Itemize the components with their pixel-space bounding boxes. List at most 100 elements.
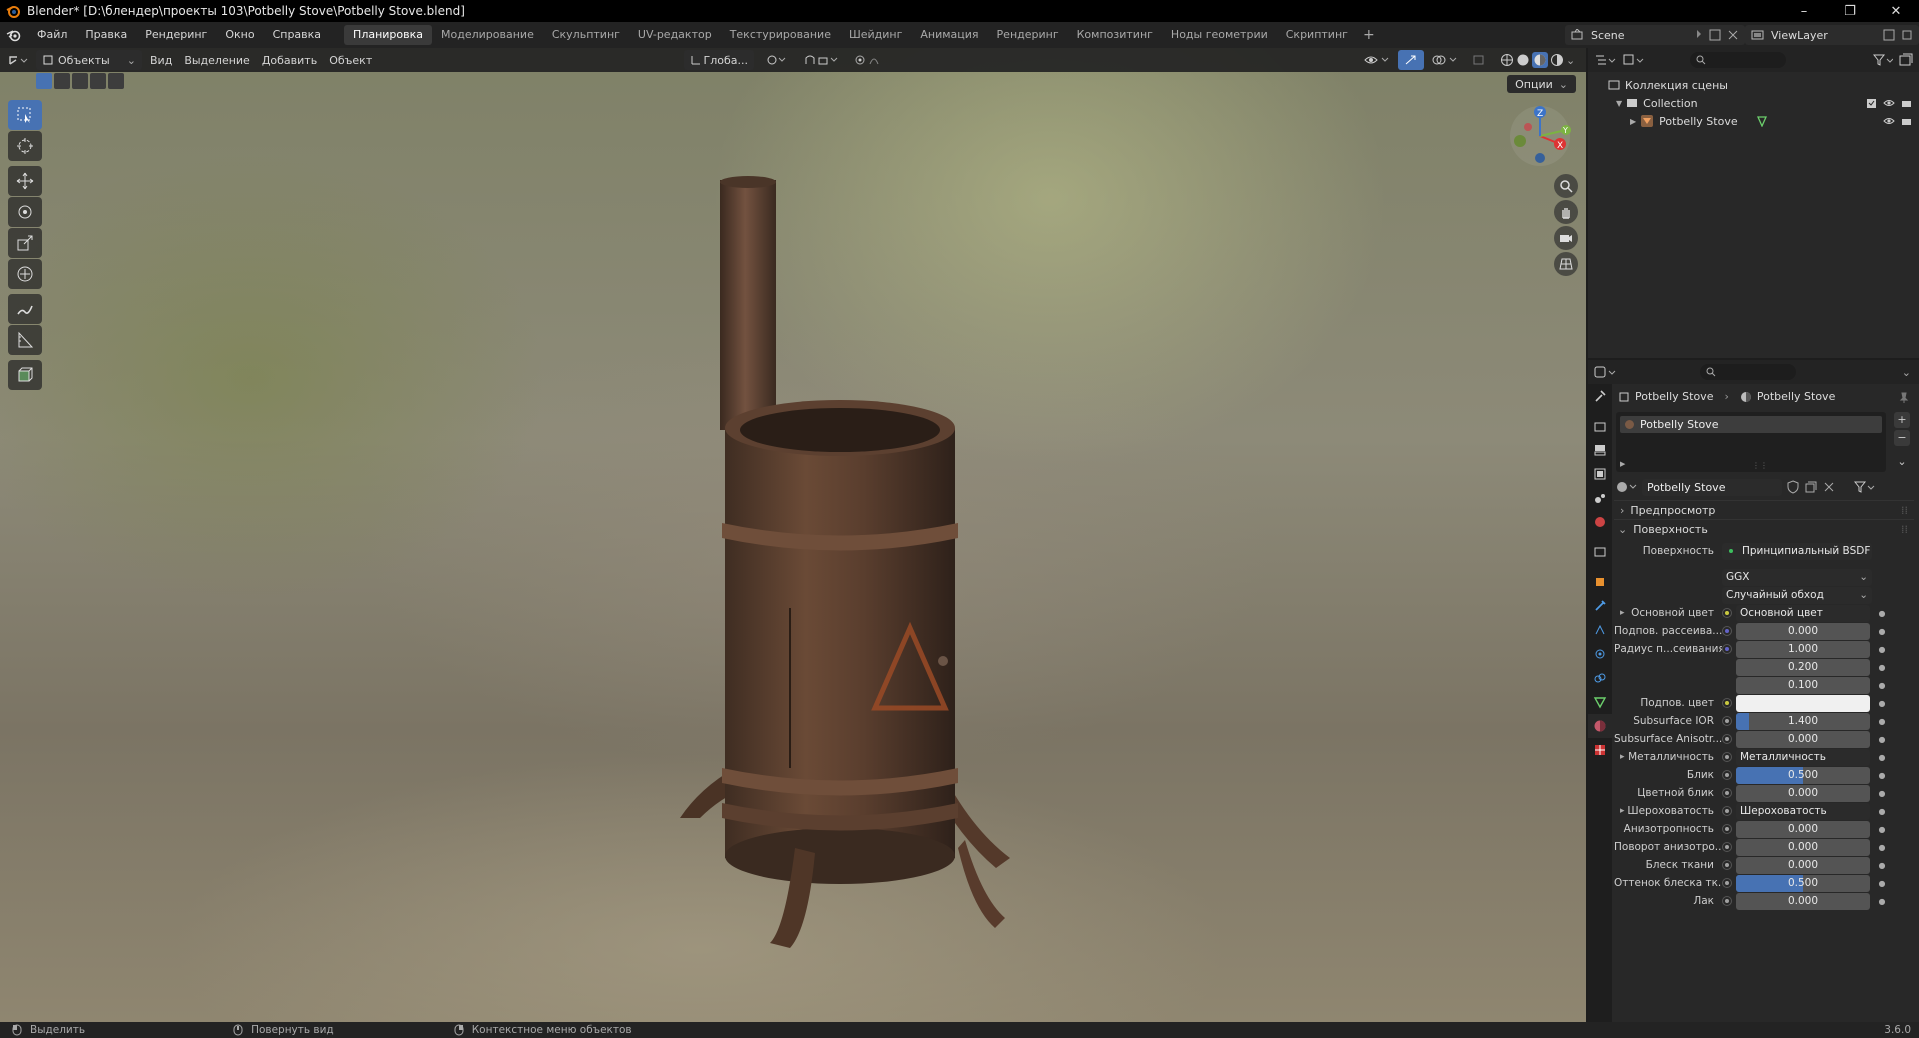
camera-view-icon[interactable] xyxy=(1554,226,1578,250)
pivot-point-button[interactable] xyxy=(760,50,794,70)
close-button[interactable]: ✕ xyxy=(1873,0,1919,22)
socket-icon[interactable] xyxy=(1722,824,1732,834)
menu-item-0[interactable]: Файл xyxy=(28,22,76,48)
socket-icon[interactable] xyxy=(1722,716,1732,726)
keyframe-dot-icon[interactable]: ● xyxy=(1876,879,1888,888)
panel-surface[interactable]: ⌄ Поверхность ⁞⁞ xyxy=(1614,519,1914,539)
viewport-menu-2[interactable]: Добавить xyxy=(256,50,323,70)
texture-tab-icon[interactable] xyxy=(1588,738,1612,762)
workspace-tab-10[interactable]: Скриптинг xyxy=(1277,25,1357,45)
keyframe-dot-icon[interactable]: ● xyxy=(1876,627,1888,636)
measure-tool[interactable] xyxy=(8,325,42,355)
bsdf-input-field[interactable]: 0.000 xyxy=(1736,730,1870,748)
keyframe-dot-icon[interactable]: ● xyxy=(1876,681,1888,690)
constraints-tab-icon[interactable] xyxy=(1588,666,1612,690)
socket-icon[interactable] xyxy=(1722,608,1732,618)
keyframe-dot-icon[interactable]: ● xyxy=(1876,789,1888,798)
expand-triangle-icon[interactable]: ▶ xyxy=(1620,460,1625,468)
perspective-grid-icon[interactable] xyxy=(1554,252,1578,276)
browse-material-icon[interactable] xyxy=(1616,480,1638,494)
delete-viewlayer-icon[interactable] xyxy=(1901,29,1913,41)
transform-tool[interactable] xyxy=(8,259,42,289)
keyframe-dot-icon[interactable]: ● xyxy=(1876,843,1888,852)
keyframe-dot-icon[interactable]: ● xyxy=(1876,735,1888,744)
bsdf-input-field[interactable]: Основной цвет xyxy=(1736,604,1870,622)
new-scene-icon[interactable] xyxy=(1709,29,1721,41)
bsdf-input-field[interactable]: 0.000 xyxy=(1736,838,1870,856)
add-cube-tool[interactable] xyxy=(8,360,42,390)
collection-tab-icon[interactable] xyxy=(1588,540,1612,564)
workspace-tab-1[interactable]: Моделирование xyxy=(432,25,543,45)
bsdf-input-field[interactable]: 0.000 xyxy=(1736,820,1870,838)
workspace-tab-6[interactable]: Анимация xyxy=(911,25,987,45)
socket-icon[interactable] xyxy=(1722,734,1732,744)
bsdf-input-field[interactable]: 0.100 xyxy=(1736,676,1870,694)
properties-editor-icon[interactable] xyxy=(1594,365,1616,379)
add-slot-icon[interactable]: + xyxy=(1894,412,1910,428)
wireframe-shading-icon[interactable] xyxy=(1500,53,1514,67)
keyframe-dot-icon[interactable]: ● xyxy=(1876,699,1888,708)
workspace-tab-5[interactable]: Шейдинг xyxy=(840,25,911,45)
drag-handle-icon[interactable]: ⁞⁞ xyxy=(1901,523,1908,536)
select-intersect-icon[interactable] xyxy=(108,73,124,89)
keyframe-dot-icon[interactable]: ● xyxy=(1876,861,1888,870)
menu-item-2[interactable]: Рендеринг xyxy=(136,22,216,48)
render-tab-icon[interactable] xyxy=(1588,414,1612,438)
socket-icon[interactable] xyxy=(1722,626,1732,636)
select-extend-icon[interactable] xyxy=(54,73,70,89)
material-name-field[interactable]: Potbelly Stove xyxy=(1642,478,1782,496)
workspace-tab-2[interactable]: Скульптинг xyxy=(543,25,629,45)
socket-icon[interactable] xyxy=(1722,770,1732,780)
pin-icon[interactable] xyxy=(1899,392,1909,404)
keyframe-dot-icon[interactable]: ● xyxy=(1876,825,1888,834)
gizmo-toggle-button[interactable] xyxy=(1398,50,1424,70)
delete-scene-icon[interactable] xyxy=(1727,29,1739,41)
camera-render-icon[interactable] xyxy=(1901,98,1913,109)
solid-shading-icon[interactable] xyxy=(1516,53,1530,67)
workspace-tab-7[interactable]: Рендеринг xyxy=(988,25,1068,45)
socket-icon[interactable] xyxy=(1722,842,1732,852)
3d-viewport[interactable]: Объекты ⌄ Вид Выделение Добавить Объект Гло… xyxy=(0,48,1586,1022)
pin-icon[interactable] xyxy=(1691,29,1703,41)
overlays-button[interactable] xyxy=(1426,50,1464,70)
distribution-dropdown[interactable]: GGX ⌄ xyxy=(1722,568,1872,586)
viewport-menu-3[interactable]: Объект xyxy=(323,50,378,70)
panel-preview[interactable]: › Предпросмотр ⁞⁞ xyxy=(1614,500,1914,520)
socket-icon[interactable] xyxy=(1722,752,1732,762)
outliner-scene-collection[interactable]: Коллекция сцены xyxy=(1588,76,1919,94)
workspace-tab-8[interactable]: Композитинг xyxy=(1068,25,1162,45)
display-mode-icon[interactable] xyxy=(1622,53,1644,67)
object-tab-icon[interactable] xyxy=(1588,570,1612,594)
workspace-tab-4[interactable]: Текстурирование xyxy=(721,25,840,45)
annotate-tool[interactable] xyxy=(8,294,42,324)
socket-icon[interactable] xyxy=(1722,860,1732,870)
scene-tab-icon[interactable] xyxy=(1588,486,1612,510)
scale-tool[interactable] xyxy=(8,228,42,258)
filter-icon[interactable] xyxy=(1873,53,1893,67)
tool-tab-icon[interactable] xyxy=(1588,384,1612,408)
bsdf-input-field[interactable] xyxy=(1736,694,1870,712)
keyframe-dot-icon[interactable]: ● xyxy=(1876,645,1888,654)
options-dropdown[interactable]: Опции ⌄ xyxy=(1507,75,1576,93)
material-tab-icon[interactable] xyxy=(1588,714,1612,738)
socket-icon[interactable] xyxy=(1722,662,1732,672)
socket-icon[interactable] xyxy=(1722,680,1732,690)
material-filter-icon[interactable] xyxy=(1854,480,1876,494)
material-preview-shading-icon[interactable] xyxy=(1532,52,1548,68)
eye-icon[interactable] xyxy=(1883,116,1895,127)
bsdf-input-field[interactable]: 1.000 xyxy=(1736,640,1870,658)
bsdf-input-field[interactable]: 0.000 xyxy=(1736,892,1870,910)
potbelly-stove-model[interactable] xyxy=(660,128,1020,958)
duplicate-material-icon[interactable] xyxy=(1804,480,1818,494)
output-tab-icon[interactable] xyxy=(1588,438,1612,462)
snap-button[interactable] xyxy=(798,50,844,70)
keyframe-dot-icon[interactable]: ● xyxy=(1876,753,1888,762)
slot-menu-chevron-icon[interactable]: ⌄ xyxy=(1894,454,1910,470)
menu-item-1[interactable]: Правка xyxy=(76,22,136,48)
world-tab-icon[interactable] xyxy=(1588,510,1612,534)
bsdf-input-field[interactable]: 0.500 xyxy=(1736,874,1870,892)
modifiers-tab-icon[interactable] xyxy=(1588,594,1612,618)
keyframe-dot-icon[interactable]: ● xyxy=(1876,897,1888,906)
shading-options-chevron-icon[interactable]: ⌄ xyxy=(1566,54,1575,67)
select-difference-icon[interactable] xyxy=(90,73,106,89)
